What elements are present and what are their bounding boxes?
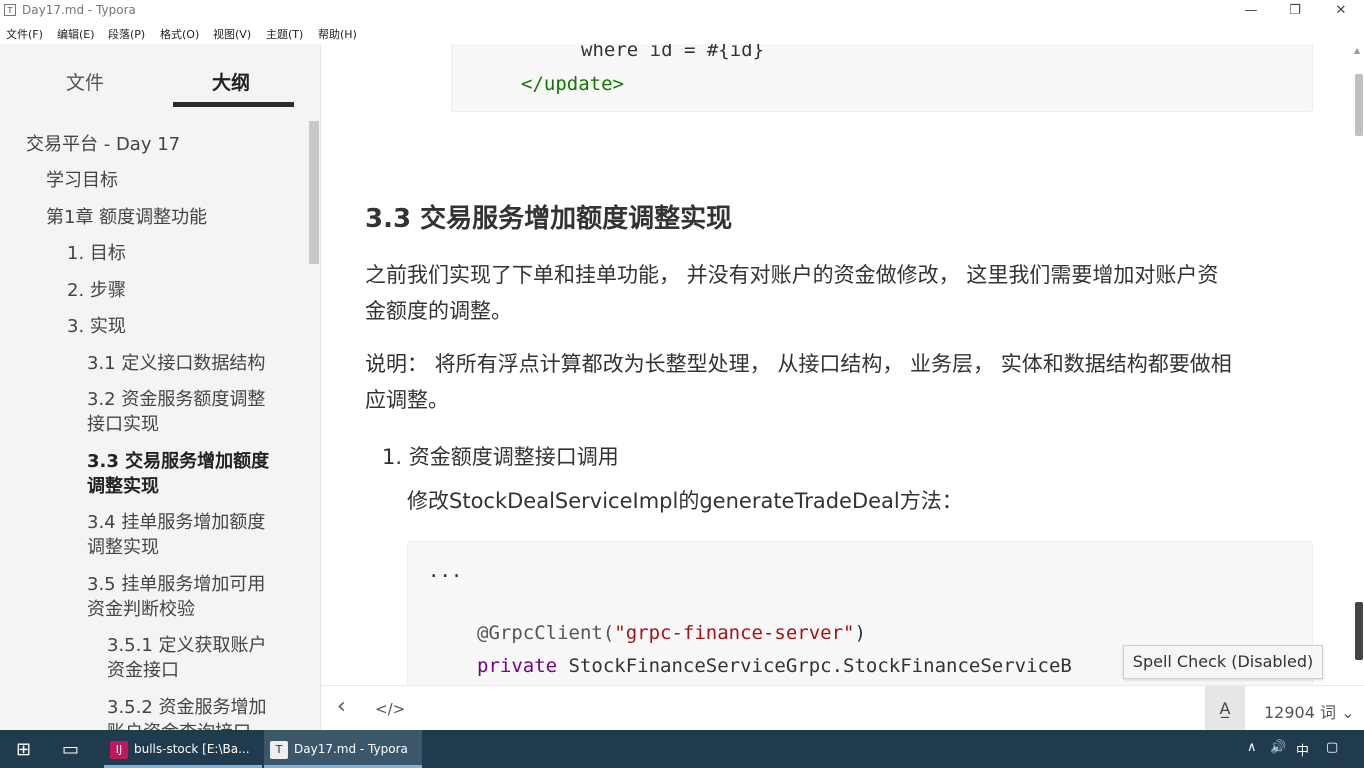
code-paren: ): [854, 622, 866, 644]
taskbar-app-label: Day17.md - Typora: [294, 742, 408, 756]
taskbar-app-label: bulls-stock [E:\Ba...: [134, 742, 250, 756]
menu-edit[interactable]: 编辑(E): [57, 26, 95, 42]
active-tab-indicator: [173, 102, 294, 107]
menu-format[interactable]: 格式(O): [160, 26, 199, 42]
scroll-up-arrow[interactable]: ▲: [1354, 46, 1360, 55]
editor-pane[interactable]: where id = #{id} </update> 3.3 交易服务增加额度调…: [321, 44, 1352, 685]
menu-help[interactable]: 帮助(H): [318, 26, 357, 42]
taskbar-app-typora[interactable]: T Day17.md - Typora: [264, 730, 422, 768]
code-line: ...: [428, 560, 463, 582]
sidebar: 文件 大纲 交易平台 - Day 17 学习目标 第1章 额度调整功能 1. 目…: [0, 44, 321, 730]
word-count-value: 12904 词: [1264, 703, 1336, 722]
typora-app-icon: T: [4, 4, 16, 16]
outline-item-line1: 3.5.2 资金服务增加: [107, 697, 267, 718]
paragraph: 说明： 将所有浮点计算都改为长整型处理， 从接口结构， 业务层， 实体和数据结构…: [365, 346, 1315, 418]
sidebar-scrollbar[interactable]: [309, 121, 319, 264]
code-annotation: @GrpcClient(: [477, 622, 615, 644]
outline-item[interactable]: 2. 步骤: [67, 278, 126, 303]
paragraph: 之前我们实现了下单和挂单功能， 并没有对账户的资金做修改， 这里我们需要增加对账…: [365, 257, 1315, 329]
status-bar: ‹ </> A̲ 12904 词 ⌄: [321, 685, 1364, 731]
outline-item[interactable]: 交易平台 - Day 17: [26, 132, 180, 157]
menu-file[interactable]: 文件(F): [6, 26, 43, 42]
tab-outline[interactable]: 大纲: [212, 68, 250, 95]
scroll-position-marker: [1355, 602, 1363, 660]
outline-item[interactable]: 3. 实现: [67, 314, 126, 339]
outline-item[interactable]: 学习目标: [46, 168, 118, 193]
volume-icon[interactable]: 🔊: [1270, 740, 1286, 755]
code-keyword: private: [477, 655, 558, 677]
code-block[interactable]: where id = #{id} </update>: [451, 44, 1313, 112]
source-mode-icon[interactable]: </>: [375, 700, 405, 718]
outline-item[interactable]: 3.1 定义接口数据结构: [87, 351, 265, 376]
paragraph-line: 应调整。: [365, 388, 449, 412]
outline-item-line1: 3.5 挂单服务增加可用: [87, 574, 266, 595]
intellij-icon: IJ: [110, 740, 128, 759]
paragraph-line: 之前我们实现了下单和挂单功能， 并没有对账户的资金做修改， 这里我们需要增加对账…: [365, 263, 1219, 287]
code-line: private StockFinanceServiceGrpc.StockFin…: [477, 655, 1072, 677]
notification-icon[interactable]: ▢: [1326, 740, 1338, 755]
outline-item-line2: 接口实现: [87, 414, 159, 435]
menu-theme[interactable]: 主题(T): [266, 26, 303, 42]
menu-paragraph[interactable]: 段落(P): [108, 26, 145, 42]
code-string: "grpc-finance-server": [614, 622, 855, 644]
taskbar-app-intellij[interactable]: IJ bulls-stock [E:\Ba...: [104, 730, 262, 768]
code-line: @GrpcClient("grpc-finance-server"): [477, 622, 866, 644]
close-button[interactable]: ✕: [1318, 0, 1364, 22]
code-line: </update>: [521, 73, 624, 95]
tab-files[interactable]: 文件: [66, 68, 104, 95]
list-item: 1. 资金额度调整接口调用: [382, 445, 619, 469]
editor-scrollbar[interactable]: [1355, 74, 1363, 136]
ime-indicator[interactable]: 中: [1296, 740, 1309, 759]
outline-item-line1: 3.2 资金服务额度调整: [87, 389, 266, 410]
windows-start-icon[interactable]: ⊞: [16, 739, 31, 760]
minimize-button[interactable]: —: [1228, 0, 1274, 22]
code-line: where id = #{id}: [581, 44, 765, 61]
outline-item-line2: 资金接口: [107, 660, 179, 681]
outline-item[interactable]: 第1章 额度调整功能: [46, 205, 207, 230]
typora-icon: T: [270, 740, 288, 759]
list-paragraph: 修改StockDealServiceImpl的generateTradeDeal…: [407, 489, 963, 513]
toggle-sidebar-icon[interactable]: ‹: [337, 694, 346, 719]
outline-item-line2: 账户资金查询接口: [107, 720, 251, 730]
code-text: StockFinanceServiceGrpc.StockFinanceServ…: [557, 655, 1072, 677]
outline-item-line1: 3.3 交易服务增加额度: [87, 451, 270, 472]
window-title: Day17.md - Typora: [22, 3, 136, 17]
outline-item[interactable]: 1. 目标: [67, 241, 126, 266]
task-view-icon[interactable]: ▭: [62, 739, 79, 760]
outline-item-line2: 调整实现: [87, 476, 159, 497]
restore-button[interactable]: ❐: [1272, 0, 1318, 22]
spell-check-icon[interactable]: A̲: [1205, 686, 1245, 731]
outline-item-line1: 3.4 挂单服务增加额度: [87, 512, 266, 533]
spell-check-tooltip: Spell Check (Disabled): [1123, 645, 1323, 679]
chevron-down-icon: ⌄: [1341, 703, 1355, 722]
menu-view[interactable]: 视图(V): [213, 26, 251, 42]
title-bar: T Day17.md - Typora — ❐ ✕: [0, 0, 1364, 22]
paragraph-line: 金额度的调整。: [365, 299, 512, 323]
taskbar: ⊞ ▭ IJ bulls-stock [E:\Ba... T Day17.md - …: [0, 730, 1364, 768]
section-heading: 3.3 交易服务增加额度调整实现: [365, 204, 733, 234]
tray-chevron-icon[interactable]: ∧: [1247, 740, 1257, 755]
outline-item-line2: 资金判断校验: [87, 599, 195, 620]
paragraph-line: 说明： 将所有浮点计算都改为长整型处理， 从接口结构， 业务层， 实体和数据结构…: [365, 352, 1232, 376]
word-count[interactable]: 12904 词 ⌄: [1264, 699, 1355, 723]
outline-item-line2: 调整实现: [87, 537, 159, 558]
menu-bar: 文件(F) 编辑(E) 段落(P) 格式(O) 视图(V) 主题(T) 帮助(H…: [0, 22, 1364, 44]
outline-item-line1: 3.5.1 定义获取账户: [107, 635, 267, 656]
